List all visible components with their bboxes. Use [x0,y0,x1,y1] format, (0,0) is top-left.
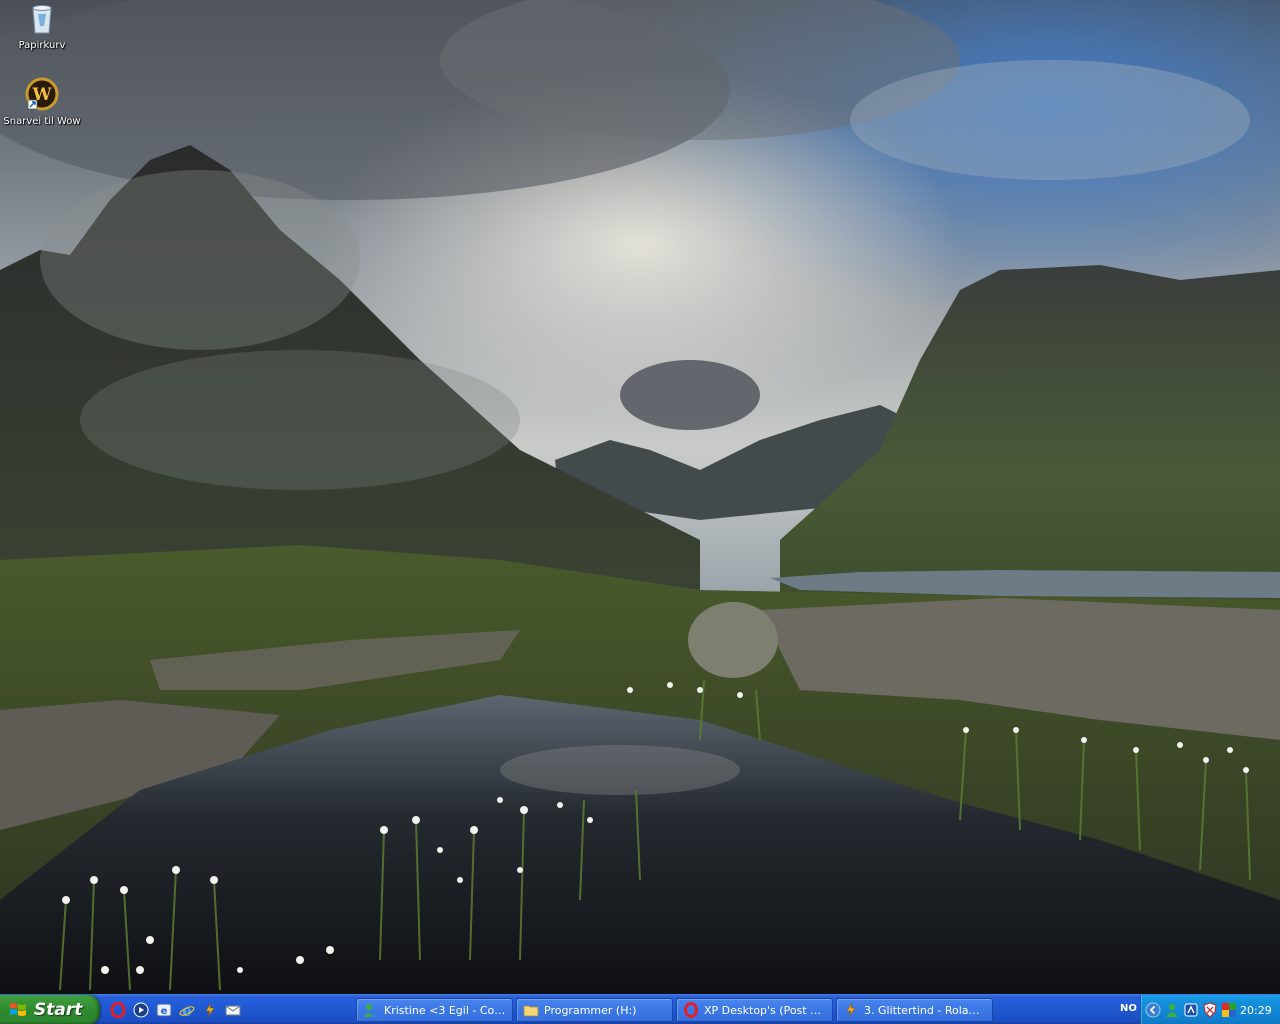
desktop-icon-wow-shortcut[interactable]: W Snarvei til Wow [0,76,84,128]
taskbar-button-winamp[interactable]: 3. Glittertind - Roland... [836,998,993,1022]
browser-icon: e [156,1003,172,1017]
task-label: Kristine <3 Egil - Con... [384,1003,506,1017]
wow-shortcut-label: Snarvei til Wow [3,116,81,127]
opera-icon [110,1002,126,1018]
quick-launch-bar: e e [108,1000,243,1020]
desktop-icon-recycle-bin[interactable]: Papirkurv [0,0,84,52]
recycle-bin-label: Papirkurv [18,40,66,51]
show-hidden-icons-arrow-icon [1145,1002,1161,1018]
internet-explorer-icon: e [179,1002,195,1018]
start-label: Start [34,1000,83,1020]
taskbar-window-buttons: Kristine <3 Egil - Con... Programmer (H:… [356,998,993,1022]
tray-network[interactable] [1183,1002,1199,1018]
quicklaunch-winamp[interactable] [200,1000,220,1020]
task-label: Programmer (H:) [544,1003,637,1017]
media-player-icon [133,1002,149,1018]
task-label: 3. Glittertind - Roland... [864,1003,986,1017]
security-shield-icon [1203,1002,1217,1018]
tray-expand-button[interactable] [1145,1002,1161,1018]
desktop-wallpaper [0,0,1280,994]
taskbar: Start e e Kristine <3 Egil - Con... Prog… [0,994,1280,1024]
quicklaunch-outlook-express[interactable] [223,1000,243,1020]
taskbar-button-opera[interactable]: XP Desktop's (Post di... [676,998,833,1022]
network-icon [1184,1003,1198,1017]
task-label: XP Desktop's (Post di... [704,1003,826,1017]
quicklaunch-opera[interactable] [108,1000,128,1020]
msn-messenger-icon [364,1004,378,1017]
tray-msn[interactable] [1164,1002,1180,1018]
outlook-express-icon [225,1005,241,1016]
tray-antivirus[interactable] [1221,1002,1237,1018]
opera-icon [684,1002,698,1018]
clock[interactable]: 20:29 [1240,1004,1272,1017]
tray-security[interactable] [1202,1002,1218,1018]
language-indicator[interactable]: NO [1120,1003,1137,1014]
taskbar-button-msn-conversation[interactable]: Kristine <3 Egil - Con... [356,998,513,1022]
winamp-icon [846,1002,856,1018]
quicklaunch-browser[interactable]: e [154,1000,174,1020]
quicklaunch-internet-explorer[interactable]: e [177,1000,197,1020]
svg-text:e: e [161,1006,168,1017]
start-button[interactable]: Start [0,995,100,1024]
world-of-warcraft-icon: W [25,77,59,111]
quicklaunch-media-player[interactable] [131,1000,151,1020]
msn-tray-icon [1166,1003,1178,1017]
windows-logo-icon [10,1003,26,1016]
winamp-icon [205,1002,215,1018]
antivirus-icon [1222,1003,1236,1017]
taskbar-button-folder[interactable]: Programmer (H:) [516,998,673,1022]
recycle-bin-icon [32,5,52,34]
folder-icon [523,1005,539,1017]
system-tray: 20:29 [1140,995,1280,1024]
